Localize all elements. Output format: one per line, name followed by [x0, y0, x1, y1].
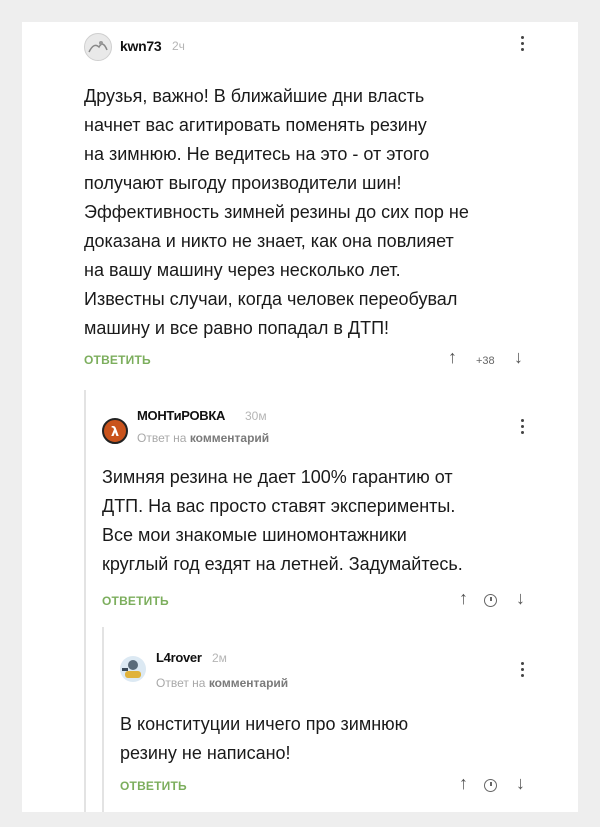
- clock-icon: [484, 779, 497, 792]
- comment-username[interactable]: L4rover: [156, 650, 202, 665]
- comment-line: резину не написано!: [120, 743, 291, 763]
- more-options-icon[interactable]: [521, 36, 525, 54]
- avatar[interactable]: λ: [102, 418, 128, 444]
- comment-line: Эффективность зимней резины до сих пор н…: [84, 202, 469, 222]
- comment-line: получают выгоду производители шин!: [84, 173, 402, 193]
- comment-line: машину и все равно попадал в ДТП!: [84, 318, 390, 338]
- reply-button[interactable]: ОТВЕТИТЬ: [84, 353, 151, 367]
- comment-line: начнет вас агитировать поменять резину: [84, 115, 427, 135]
- reply-button[interactable]: ОТВЕТИТЬ: [102, 594, 169, 608]
- avatar[interactable]: [84, 33, 112, 61]
- avatar[interactable]: [120, 656, 146, 682]
- comment-line: Все мои знакомые шиномонтажники: [102, 525, 407, 545]
- more-options-icon[interactable]: [521, 662, 525, 680]
- comment-text: В конституции ничего про зимнюю резину н…: [120, 710, 560, 768]
- arrow-down-icon[interactable]: ↓: [514, 347, 523, 368]
- comment-line: Известны случаи, когда человек переобува…: [84, 289, 458, 309]
- arrow-up-icon[interactable]: ↑: [448, 347, 457, 368]
- comment-line: В конституции ничего про зимнюю: [120, 714, 409, 734]
- comment-time: 2ч: [172, 39, 185, 53]
- comment-username[interactable]: kwn73: [120, 38, 162, 54]
- reply-button[interactable]: ОТВЕТИТЬ: [120, 779, 187, 793]
- reply-to-label: Ответ на комментарий: [137, 431, 269, 445]
- comments-card: kwn73 2ч Друзья, важно! В ближайшие дни …: [22, 22, 578, 812]
- arrow-down-icon[interactable]: ↓: [516, 588, 525, 609]
- thread-line: [84, 390, 86, 812]
- reply-prefix: Ответ на: [137, 431, 187, 445]
- comment-score: +38: [476, 355, 495, 367]
- comment-time: 30м: [245, 409, 267, 423]
- thread-line: [102, 627, 104, 812]
- reply-to-label: Ответ на комментарий: [156, 676, 288, 690]
- comment-time: 2м: [212, 651, 227, 665]
- reply-target-link[interactable]: комментарий: [209, 676, 288, 690]
- comment-text: Зимняя резина не дает 100% гарантию от Д…: [102, 463, 562, 579]
- comment-line: на вашу машину через несколько лет.: [84, 260, 401, 280]
- arrow-up-icon[interactable]: ↑: [459, 588, 468, 609]
- arrow-down-icon[interactable]: ↓: [516, 773, 525, 794]
- more-options-icon[interactable]: [521, 419, 525, 437]
- comment-line: Зимняя резина не дает 100% гарантию от: [102, 467, 453, 487]
- comment-line: ДТП. На вас просто ставят эксперименты.: [102, 496, 456, 516]
- comment-username[interactable]: МОНТиРОВКА: [137, 408, 225, 423]
- comment-line: на зимнюю. Не ведитесь на это - от этого: [84, 144, 430, 164]
- clock-icon: [484, 594, 497, 607]
- reply-target-link[interactable]: комментарий: [190, 431, 269, 445]
- comment-line: доказана и никто не знает, как она повли…: [84, 231, 454, 251]
- comment-text: Друзья, важно! В ближайшие дни власть на…: [84, 82, 564, 343]
- comment-line: Друзья, важно! В ближайшие дни власть: [84, 86, 425, 106]
- comment-line: круглый год ездят на летней. Задумайтесь…: [102, 554, 463, 574]
- reply-prefix: Ответ на: [156, 676, 206, 690]
- svg-text:λ: λ: [111, 425, 119, 440]
- arrow-up-icon[interactable]: ↑: [459, 773, 468, 794]
